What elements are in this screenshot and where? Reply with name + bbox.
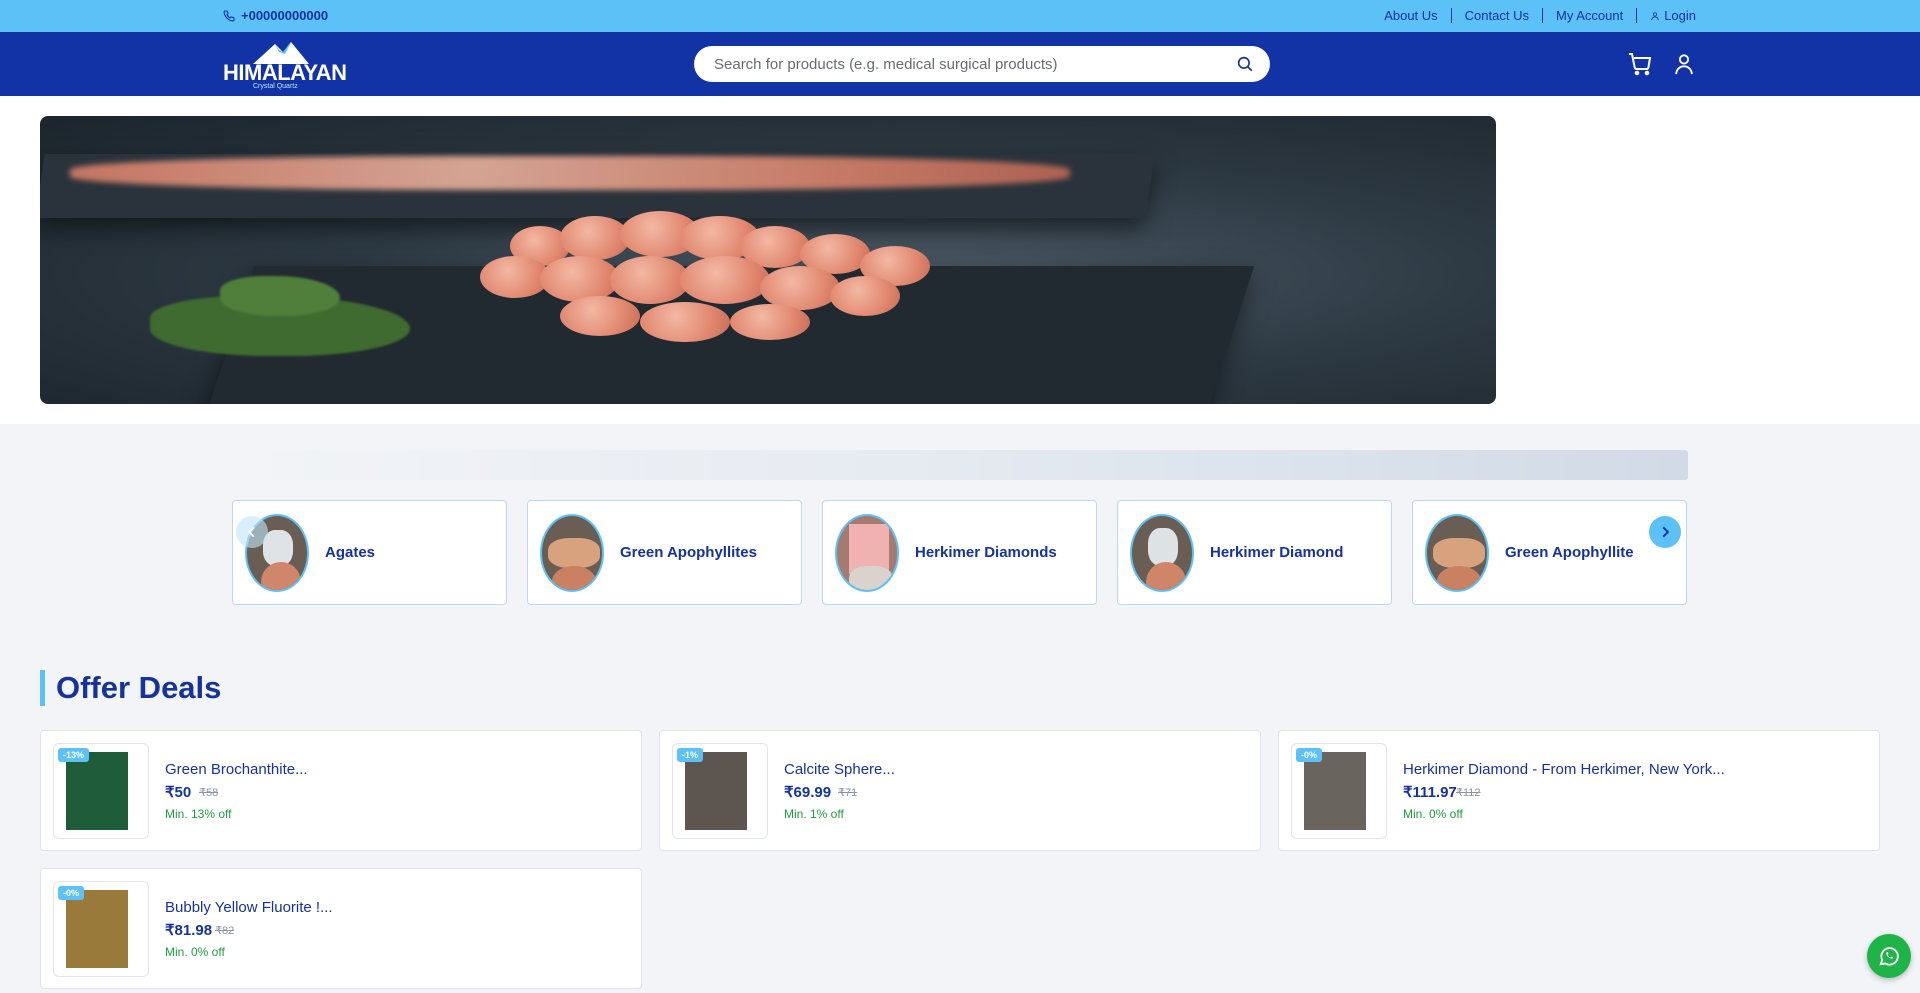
deal-price: ₹69.99 (784, 784, 832, 801)
top-links: About Us Contact Us My Account Login (1384, 8, 1696, 23)
category-card-herkimer-diamonds[interactable]: Herkimer Diamonds (822, 500, 1097, 605)
user-icon (1651, 11, 1659, 20)
discount-badge: -0% (1296, 748, 1323, 762)
phone-contact[interactable]: +00000000000 (223, 8, 328, 23)
phone-number: +00000000000 (241, 8, 329, 23)
category-label: Green Apophyllite (1505, 544, 1634, 561)
category-section-header-bar (232, 450, 1688, 480)
deal-min-off: Min. 0% off (1403, 807, 1463, 821)
login-link[interactable]: Login (1650, 8, 1696, 23)
main-header: HIMALAYAN Crystal Quartz (0, 32, 1920, 96)
deal-name[interactable]: Bubbly Yellow Fluorite !... (165, 899, 333, 916)
deal-old-price: ₹112 (1456, 787, 1481, 799)
about-us-link[interactable]: About Us (1384, 8, 1437, 23)
deal-card-herkimer-diamond[interactable]: -0% Herkimer Diamond - From Herkimer, Ne… (1278, 730, 1880, 851)
category-label: Agates (325, 544, 376, 561)
chevron-left-icon (247, 526, 255, 538)
category-card-green-apophyllites[interactable]: Green Apophyllites (527, 500, 802, 605)
brand-logo[interactable]: HIMALAYAN Crystal Quartz (223, 40, 347, 90)
discount-badge: -13% (58, 748, 90, 762)
hero-banner-image[interactable] (40, 116, 1496, 404)
divider (1450, 8, 1452, 23)
category-image (540, 514, 604, 592)
deal-old-price: ₹58 (199, 787, 219, 799)
brand-tagline: Crystal Quartz (253, 83, 298, 90)
carousel-prev-button[interactable] (236, 516, 268, 548)
category-card-herkimer-diamond[interactable]: Herkimer Diamond (1117, 500, 1392, 605)
divider (1636, 8, 1638, 23)
category-label: Herkimer Diamonds (915, 544, 1057, 561)
category-label: Green Apophyllites (620, 544, 757, 561)
search-icon[interactable] (1236, 55, 1254, 73)
deal-price: ₹111.97 (1403, 784, 1457, 801)
deal-card-calcite-sphere[interactable]: -1% Calcite Sphere... ₹69.99 ₹71 Min. 1%… (659, 730, 1261, 851)
hero-section (0, 96, 1920, 424)
cart-icon[interactable] (1628, 52, 1652, 76)
login-label: Login (1664, 8, 1696, 23)
search-bar (694, 46, 1270, 82)
chevron-right-icon (1662, 526, 1670, 538)
discount-badge: -1% (677, 748, 704, 762)
contact-us-link[interactable]: Contact Us (1465, 8, 1529, 23)
category-label: Herkimer Diamond (1210, 544, 1344, 561)
category-card-agates[interactable]: Agates (232, 500, 507, 605)
whatsapp-chat-button[interactable] (1867, 934, 1911, 978)
deal-old-price: ₹82 (215, 925, 235, 937)
deal-name[interactable]: Herkimer Diamond - From Herkimer, New Yo… (1403, 761, 1725, 778)
deal-min-off: Min. 13% off (165, 807, 232, 821)
deal-image: -1% (672, 743, 768, 839)
my-account-link[interactable]: My Account (1556, 8, 1623, 23)
deal-name[interactable]: Green Brochanthite... (165, 761, 308, 778)
phone-icon (223, 9, 235, 21)
category-image (835, 514, 899, 592)
deal-image: -0% (1291, 743, 1387, 839)
deal-image: -0% (53, 881, 149, 977)
divider (1541, 8, 1543, 23)
category-card-green-apophyllite[interactable]: Green Apophyllite (1412, 500, 1687, 605)
offer-deals-heading: Offer Deals (40, 670, 221, 706)
deal-price: ₹81.98 (165, 922, 213, 939)
deal-name[interactable]: Calcite Sphere... (784, 761, 895, 778)
deal-min-off: Min. 1% off (784, 807, 844, 821)
deal-old-price: ₹71 (838, 787, 858, 799)
deal-image: -13% (53, 743, 149, 839)
category-image (1130, 514, 1194, 592)
deal-min-off: Min. 0% off (165, 945, 225, 959)
whatsapp-icon (1879, 947, 1899, 966)
deal-card-green-brochanthite[interactable]: -13% Green Brochanthite... ₹50 ₹58 Min. … (40, 730, 642, 851)
deal-card-bubbly-yellow-fluorite[interactable]: -0% Bubbly Yellow Fluorite !... ₹81.98 ₹… (40, 868, 642, 989)
carousel-next-button[interactable] (1649, 516, 1681, 548)
account-icon[interactable] (1673, 52, 1695, 76)
category-image (1425, 514, 1489, 592)
discount-badge: -0% (58, 886, 85, 900)
top-bar: +00000000000 About Us Contact Us My Acco… (0, 0, 1920, 32)
search-input[interactable] (714, 54, 1214, 74)
deal-price: ₹50 (165, 784, 192, 801)
